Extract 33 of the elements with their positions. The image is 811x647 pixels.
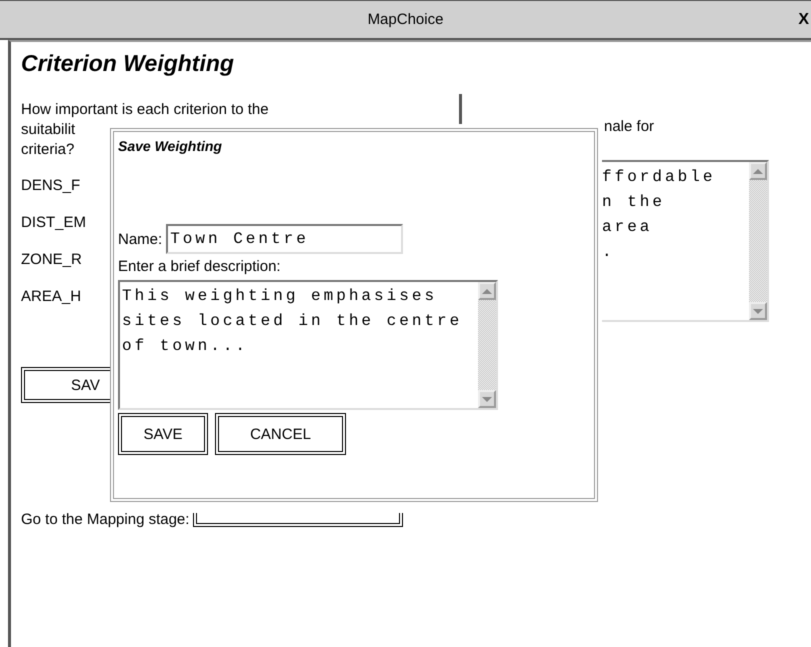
save-button[interactable]: SAVE xyxy=(118,413,208,455)
description-label: Enter a brief description: xyxy=(118,258,281,275)
criterion-label: AREA_H xyxy=(21,287,82,307)
down-arrow-icon xyxy=(482,396,492,402)
dialog-title: Save Weighting xyxy=(118,138,222,154)
up-arrow-icon xyxy=(482,288,492,294)
down-arrow-icon xyxy=(753,308,763,314)
criterion-label: DENS_F xyxy=(21,176,80,196)
scroll-up-button[interactable] xyxy=(478,282,496,300)
scroll-down-button[interactable] xyxy=(749,302,767,320)
cancel-button[interactable]: CANCEL xyxy=(215,413,346,455)
scrollbar-track[interactable] xyxy=(478,282,496,408)
page-heading: Criterion Weighting xyxy=(21,49,235,78)
rationale-text: ffordable n the area . xyxy=(602,167,716,263)
scrollbar-track[interactable] xyxy=(749,162,767,320)
rationale-field[interactable]: ffordable n the area . xyxy=(602,160,769,322)
rationale-label: nale for xyxy=(604,118,654,135)
criterion-label: DIST_EM xyxy=(21,213,86,233)
close-button[interactable]: X xyxy=(798,11,809,29)
description-field[interactable]: This weighting emphasises sites located in the centre of town... xyxy=(118,280,498,410)
name-field[interactable]: Town Centre xyxy=(166,224,404,254)
scroll-up-button[interactable] xyxy=(749,162,767,180)
question-text: criteria? xyxy=(21,140,74,160)
up-arrow-icon xyxy=(753,168,763,174)
mapping-prompt: Go to the Mapping stage: xyxy=(21,511,190,528)
scroll-down-button[interactable] xyxy=(478,390,496,408)
question-text: suitabilit xyxy=(21,120,76,140)
question-text: How important is each criterion to the xyxy=(21,100,269,120)
stage-button[interactable] xyxy=(193,512,404,526)
description-text: This weighting emphasises sites located in the centre of town... xyxy=(121,286,464,357)
window-title: MapChoice xyxy=(368,11,444,28)
name-label: Name: xyxy=(118,230,162,248)
criterion-label: ZONE_R xyxy=(21,250,82,270)
